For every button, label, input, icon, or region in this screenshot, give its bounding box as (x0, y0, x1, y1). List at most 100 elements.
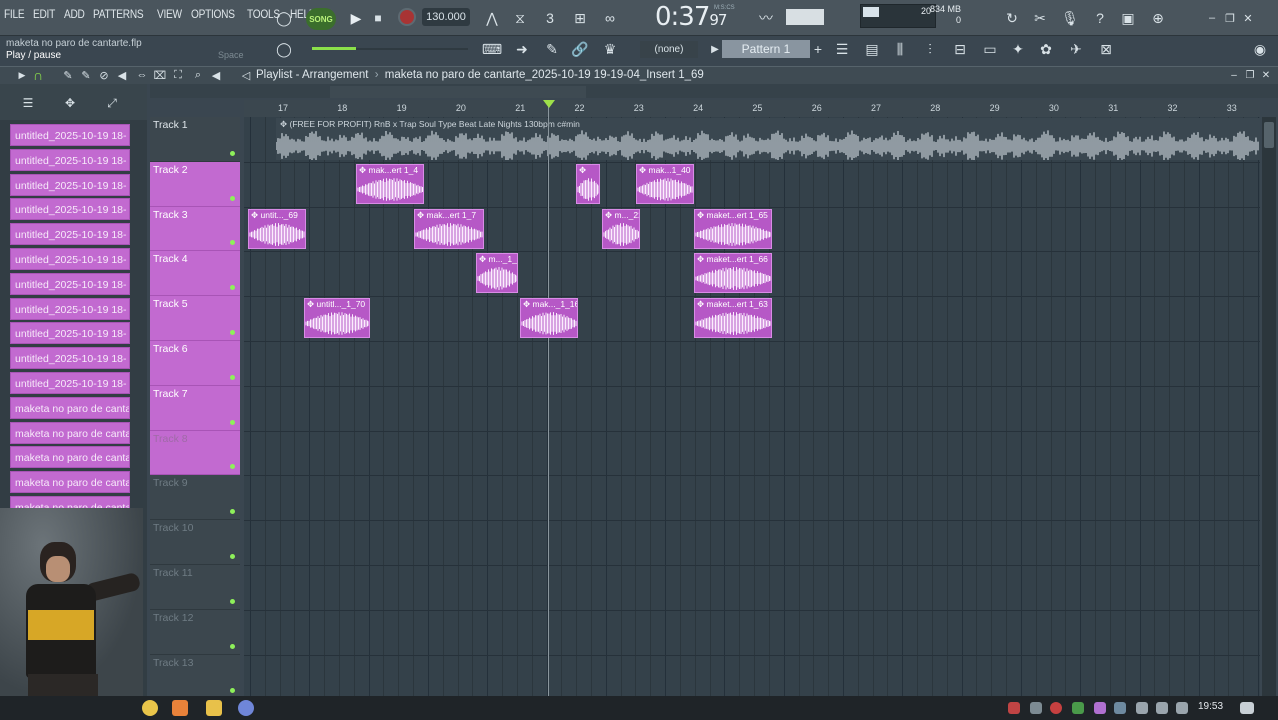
tray-app-icon[interactable] (1030, 702, 1042, 714)
vertical-scrollbar[interactable] (1262, 117, 1276, 696)
track-enable-led[interactable] (230, 688, 235, 694)
track-header[interactable]: Track 8 (150, 430, 240, 476)
metronome-icon[interactable]: ⋀ (480, 7, 504, 29)
audio-clip[interactable]: ✥ mak...1_40 (636, 163, 694, 204)
play-icon[interactable]: ▶ (344, 7, 368, 29)
snap-magnet-icon[interactable]: ∩ (26, 64, 50, 86)
timeline-ruler[interactable]: 17 18 19 20 21 22 23 24 25 26 27 28 29 30 31 32 33 (244, 100, 1260, 117)
master-pitch-knob-icon[interactable]: ◯ (272, 7, 296, 29)
picker-link-icon[interactable]: ⤢ (100, 92, 124, 114)
picker-clip-item[interactable]: untitled_2025-10-19 18- (10, 371, 130, 394)
cut-icon[interactable]: ✂ (1028, 7, 1052, 29)
song-mode-toggle[interactable]: SONG (306, 8, 336, 30)
tray-nvidia-icon[interactable] (1072, 702, 1084, 714)
track-header[interactable]: Track 11 (150, 565, 240, 610)
file-explorer-icon[interactable] (206, 700, 222, 716)
piano-roll-icon[interactable]: ⌨ (480, 38, 504, 60)
track-header[interactable]: Track 3 (150, 206, 240, 252)
audio-clip[interactable]: ✥ maket...ert 1_63 (694, 298, 772, 339)
track-header[interactable]: Track 12 (150, 609, 240, 655)
track-enable-led[interactable] (230, 329, 235, 335)
vertical-scrollbar-thumb[interactable] (1264, 122, 1274, 148)
picker-clip-item[interactable]: untitled_2025-10-19 18- (10, 297, 130, 320)
stamp-icon[interactable]: ♛ (598, 38, 622, 60)
track-enable-led[interactable] (230, 285, 235, 291)
track-header[interactable]: Track 7 (150, 385, 240, 431)
track-enable-led[interactable] (230, 509, 235, 515)
track-header[interactable]: Track 2 (150, 161, 240, 207)
picker-clip-item[interactable]: untitled_2025-10-19 18- (10, 272, 130, 295)
pencil-tool-icon[interactable]: ✎ (540, 38, 564, 60)
audio-clip[interactable]: ✥ m..._22 (602, 208, 640, 249)
tray-pen-icon[interactable] (1094, 702, 1106, 714)
picker-clip-item[interactable]: maketa no paro de canta (10, 421, 130, 444)
picker-clip-item[interactable]: untitled_2025-10-19 18- (10, 247, 130, 270)
track-enable-led[interactable] (230, 643, 235, 649)
audio-clip[interactable]: ✥ (576, 163, 600, 204)
track-header[interactable]: Track 1 (150, 117, 240, 162)
picker-clip-item[interactable]: maketa no paro de canta (10, 446, 130, 469)
audio-clip[interactable]: ✥ m..._1_9 (476, 253, 518, 294)
track-enable-led[interactable] (230, 374, 235, 380)
master-volume-knob-icon[interactable]: ◯ (272, 38, 296, 60)
pattern-selector[interactable]: Pattern 1 (722, 40, 810, 58)
track-enable-led[interactable] (230, 240, 235, 246)
audio-clip[interactable]: ✥ maket...ert 1_66 (694, 253, 772, 294)
track-header[interactable]: Track 10 (150, 520, 240, 565)
tray-volume-icon[interactable] (1176, 702, 1188, 714)
audio-clip[interactable]: ✥ mak..._1_16 (520, 298, 578, 339)
playhead-marker[interactable] (543, 100, 555, 108)
pattern-selector-none[interactable]: (none) (640, 41, 698, 58)
save-icon[interactable]: ▣ (1116, 7, 1140, 29)
countdown-icon[interactable]: 3 (538, 7, 562, 29)
online-icon[interactable]: ◉ (1248, 38, 1272, 60)
arrow-tool-icon[interactable]: ➜ (510, 38, 534, 60)
track-header[interactable]: Track 13 (150, 654, 240, 700)
close-icon[interactable]: ✕ (1236, 7, 1260, 29)
microphone-icon[interactable]: 🎙 (1058, 7, 1082, 29)
audio-clip[interactable]: ✥ mak...ert 1_7 (414, 208, 484, 249)
menu-view[interactable]: VIEW (157, 9, 182, 21)
plugin-icon[interactable]: ⊕ (1146, 7, 1170, 29)
wait-input-icon[interactable]: ⧖ (508, 7, 532, 29)
notifications-icon[interactable] (1240, 702, 1254, 714)
project-icon[interactable]: ✈ (1064, 38, 1088, 60)
picker-clip-item[interactable]: untitled_2025-10-19 18- (10, 173, 130, 196)
step-edit-icon[interactable]: ⊞ (568, 7, 592, 29)
mixer-icon[interactable]: ⫼ (888, 38, 912, 60)
song-overview-minimap[interactable] (330, 86, 586, 98)
picker-clip-item[interactable]: untitled_2025-10-19 18- (10, 322, 130, 345)
track-header[interactable]: Track 6 (150, 341, 240, 386)
playlist-icon[interactable]: ☰ (830, 38, 854, 60)
stop-icon[interactable]: ■ (366, 7, 390, 29)
track-enable-led[interactable] (230, 598, 235, 604)
menu-patterns[interactable]: PATTERNS (93, 9, 144, 21)
audio-clip[interactable]: ✥ untitl..._1_70 (304, 298, 370, 339)
picker-clip-item[interactable]: untitled_2025-10-19 18- (10, 198, 130, 221)
picker-clip-item[interactable]: untitled_2025-10-19 18- (10, 347, 130, 370)
link-icon[interactable]: 🔗 (568, 38, 592, 60)
track-enable-led[interactable] (230, 195, 235, 201)
cart-icon[interactable]: ⊠ (1094, 38, 1118, 60)
track-header[interactable]: Track 5 (150, 296, 240, 341)
track-header[interactable]: Track 9 (150, 475, 240, 521)
tempo-display[interactable]: 130.000 (422, 8, 470, 26)
playback-tool-icon[interactable]: ◀ (204, 64, 228, 86)
menu-file[interactable]: FILE (4, 9, 25, 21)
track-enable-led[interactable] (230, 150, 235, 156)
chrome-icon[interactable] (142, 700, 158, 716)
plugin-picker-icon[interactable]: ✦ (1006, 38, 1030, 60)
tray-game-icon[interactable] (1008, 702, 1020, 714)
fl-studio-icon[interactable] (172, 700, 188, 716)
track-header[interactable]: Track 4 (150, 251, 240, 297)
beat-audio-clip[interactable]: ✥ (FREE FOR PROFIT) RnB x Trap Soul Type… (276, 118, 1260, 160)
arrangement-grid[interactable] (244, 117, 1260, 696)
playlist-close-icon[interactable]: ✕ (1254, 64, 1278, 86)
tray-network-icon[interactable] (1156, 702, 1168, 714)
taskbar-clock[interactable]: 19:53 (1198, 701, 1223, 712)
playlist-overview-strip[interactable] (150, 84, 1278, 98)
touch-keyboard-icon[interactable]: ✿ (1034, 38, 1058, 60)
folder-icon[interactable]: ▭ (978, 38, 1002, 60)
picker-clip-item[interactable]: maketa no paro de canta (10, 471, 130, 494)
add-pattern-icon[interactable]: + (806, 38, 830, 60)
